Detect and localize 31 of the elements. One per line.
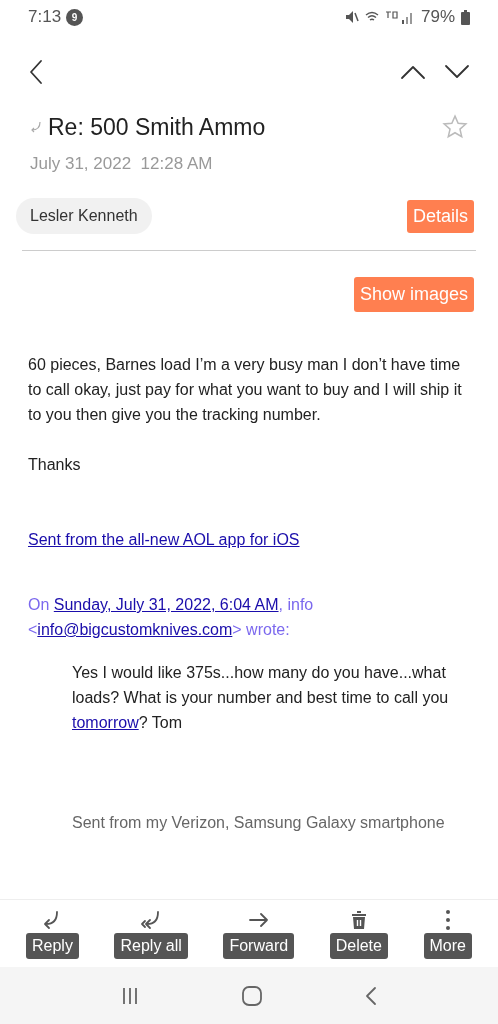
battery-percentage: 79% (420, 6, 455, 29)
email-subject: Re: 500 Smith Ammo (48, 113, 266, 142)
chevron-up-icon[interactable] (400, 64, 426, 80)
recent-apps-icon[interactable] (121, 986, 140, 1005)
action-button[interactable]: More (423, 932, 472, 959)
action-button[interactable]: Delete (329, 932, 388, 959)
notification-badge: 9 (66, 8, 84, 26)
closing-text: Thanks (28, 455, 82, 475)
chevron-down-icon[interactable] (444, 64, 470, 80)
quote-header: On Sunday, July 31, 2022, 6:04 AM, info <info@bigcustomknives.com> wrote: (28, 595, 315, 640)
wifi-icon (364, 10, 379, 24)
action-button[interactable]: Reply all (114, 932, 188, 959)
link[interactable]: info@bigcustomknives.com (37, 621, 233, 638)
mute-icon (344, 10, 359, 24)
quoted-message: Yes I would like 375s...how many do you have...what loads? What is your number and best time to call you tomorrow? Tom (72, 663, 450, 733)
signature-link[interactable]: Sent from the all-new AOL app for iOS (28, 527, 470, 552)
link[interactable]: tomorrow (72, 714, 139, 731)
quoted-signature: Sent from my Verizon, Samsung Galaxy smartphone (72, 813, 446, 833)
star-icon[interactable] (442, 114, 468, 141)
back-icon[interactable] (28, 59, 44, 85)
clock: 7:13 (28, 6, 62, 29)
home-icon[interactable] (242, 985, 262, 1006)
message-paragraph: 60 pieces, Barnes load I’m a very busy man I don’t have time to call okay, just pay for what you want to buy and I will ship it to you then give you the tracking number. (28, 355, 463, 425)
signal-icon (384, 10, 415, 24)
sender-chip[interactable]: Lesler Kenneth (16, 198, 152, 234)
email-date: July 31, 2022 12:28 AM (29, 152, 214, 175)
battery-icon (461, 9, 470, 25)
action-button[interactable]: Forward (223, 932, 295, 959)
action-button[interactable]: Reply (26, 932, 79, 959)
link[interactable]: Sunday, July 31, 2022, 6:04 AM (53, 596, 279, 613)
more-icon (444, 908, 451, 931)
